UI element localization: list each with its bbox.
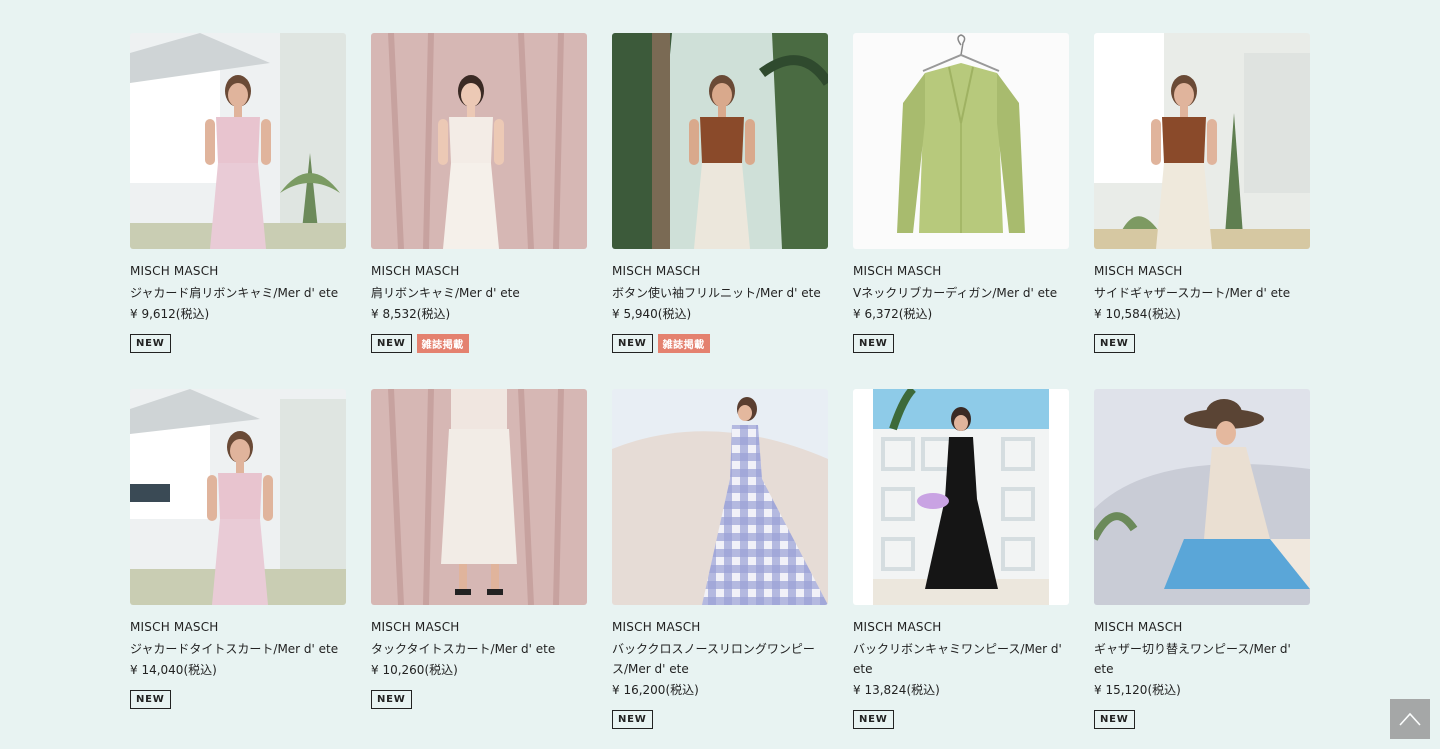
magazine-badge: 雑誌掲載 xyxy=(657,334,710,353)
product-price: ¥ 13,824(税込) xyxy=(853,683,940,697)
product-image[interactable] xyxy=(1094,33,1310,249)
new-badge: NEW xyxy=(130,690,171,709)
product-price: ¥ 16,200(税込) xyxy=(612,683,699,697)
product-badges: NEW xyxy=(130,334,346,353)
product-brand: MISCH MASCH xyxy=(130,620,219,634)
new-badge: NEW xyxy=(853,334,894,353)
product-name[interactable]: ジャカード肩リボンキャミ/Mer d' ete xyxy=(130,283,346,303)
chevron-up-icon xyxy=(1399,712,1421,726)
product-card[interactable]: MISCH MASCH ジャカードタイトスカート/Mer d' ete ¥ 14,0… xyxy=(130,389,346,729)
magazine-badge: 雑誌掲載 xyxy=(416,334,469,353)
product-price: ¥ 14,040(税込) xyxy=(130,663,217,677)
product-price: ¥ 8,532(税込) xyxy=(371,307,451,321)
new-badge: NEW xyxy=(371,334,412,353)
product-name[interactable]: ギャザー切り替えワンピース/Mer d' ete xyxy=(1094,639,1310,679)
product-brand: MISCH MASCH xyxy=(612,620,701,634)
product-card[interactable]: MISCH MASCH Vネックリブカーディガン/Mer d' ete ¥ 6,37… xyxy=(853,33,1069,353)
product-brand: MISCH MASCH xyxy=(1094,620,1183,634)
product-badges: NEW xyxy=(130,690,346,709)
product-image[interactable] xyxy=(853,389,1069,605)
product-image[interactable] xyxy=(1094,389,1310,605)
new-badge: NEW xyxy=(853,710,894,729)
product-price: ¥ 15,120(税込) xyxy=(1094,683,1181,697)
new-badge: NEW xyxy=(1094,334,1135,353)
product-badges: NEW xyxy=(371,690,587,709)
product-brand: MISCH MASCH xyxy=(1094,264,1183,278)
scroll-to-top-button[interactable] xyxy=(1390,699,1430,739)
product-badges: NEW xyxy=(853,710,1069,729)
product-card[interactable]: MISCH MASCH ギャザー切り替えワンピース/Mer d' ete ¥ 15,… xyxy=(1094,389,1310,729)
product-badges: NEW xyxy=(1094,710,1310,729)
product-price: ¥ 6,372(税込) xyxy=(853,307,933,321)
product-card[interactable]: MISCH MASCH タックタイトスカート/Mer d' ete ¥ 10,260… xyxy=(371,389,587,729)
product-name[interactable]: Vネックリブカーディガン/Mer d' ete xyxy=(853,283,1069,303)
product-name[interactable]: バックリボンキャミワンピース/Mer d' ete xyxy=(853,639,1069,679)
product-card[interactable]: MISCH MASCH バックリボンキャミワンピース/Mer d' ete ¥ 13… xyxy=(853,389,1069,729)
product-name[interactable]: 肩リボンキャミ/Mer d' ete xyxy=(371,283,587,303)
product-badges: NEW xyxy=(612,710,828,729)
product-image[interactable] xyxy=(130,389,346,605)
product-name[interactable]: ジャカードタイトスカート/Mer d' ete xyxy=(130,639,346,659)
new-badge: NEW xyxy=(130,334,171,353)
product-price: ¥ 10,260(税込) xyxy=(371,663,458,677)
product-card[interactable]: MISCH MASCH ボタン使い袖フリルニット/Mer d' ete ¥ 5,94… xyxy=(612,33,828,353)
product-card[interactable]: MISCH MASCH 肩リボンキャミ/Mer d' ete ¥ 8,532(税込)… xyxy=(371,33,587,353)
new-badge: NEW xyxy=(612,710,653,729)
product-image[interactable] xyxy=(371,33,587,249)
product-brand: MISCH MASCH xyxy=(853,264,942,278)
new-badge: NEW xyxy=(371,690,412,709)
product-price: ¥ 5,940(税込) xyxy=(612,307,692,321)
product-price: ¥ 9,612(税込) xyxy=(130,307,210,321)
product-brand: MISCH MASCH xyxy=(371,264,460,278)
product-card[interactable]: MISCH MASCH サイドギャザースカート/Mer d' ete ¥ 10,58… xyxy=(1094,33,1310,353)
product-badges: NEW 雑誌掲載 xyxy=(612,334,828,353)
product-name[interactable]: タックタイトスカート/Mer d' ete xyxy=(371,639,587,659)
product-image[interactable] xyxy=(853,33,1069,249)
product-badges: NEW 雑誌掲載 xyxy=(371,334,587,353)
product-name[interactable]: バッククロスノースリロングワンピース/Mer d' ete xyxy=(612,639,828,679)
product-brand: MISCH MASCH xyxy=(130,264,219,278)
product-badges: NEW xyxy=(1094,334,1310,353)
product-image[interactable] xyxy=(130,33,346,249)
product-badges: NEW xyxy=(853,334,1069,353)
product-brand: MISCH MASCH xyxy=(612,264,701,278)
product-image[interactable] xyxy=(612,33,828,249)
product-card[interactable]: MISCH MASCH バッククロスノースリロングワンピース/Mer d' ete… xyxy=(612,389,828,729)
product-brand: MISCH MASCH xyxy=(853,620,942,634)
new-badge: NEW xyxy=(612,334,653,353)
product-price: ¥ 10,584(税込) xyxy=(1094,307,1181,321)
product-image[interactable] xyxy=(371,389,587,605)
product-name[interactable]: サイドギャザースカート/Mer d' ete xyxy=(1094,283,1310,303)
product-name[interactable]: ボタン使い袖フリルニット/Mer d' ete xyxy=(612,283,828,303)
product-image[interactable] xyxy=(612,389,828,605)
new-badge: NEW xyxy=(1094,710,1135,729)
product-brand: MISCH MASCH xyxy=(371,620,460,634)
product-grid: MISCH MASCH ジャカード肩リボンキャミ/Mer d' ete ¥ 9,61… xyxy=(130,33,1310,729)
product-card[interactable]: MISCH MASCH ジャカード肩リボンキャミ/Mer d' ete ¥ 9,61… xyxy=(130,33,346,353)
